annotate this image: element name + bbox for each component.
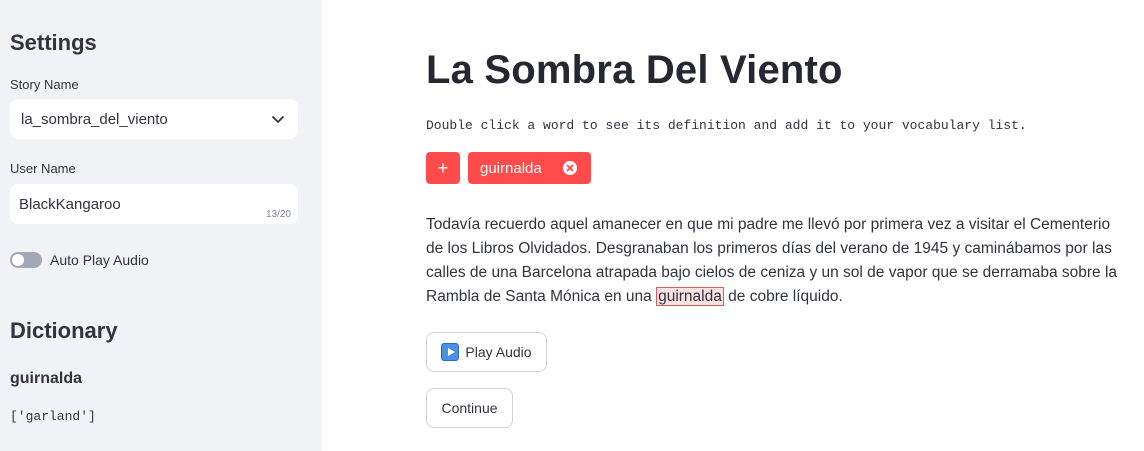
play-audio-button[interactable]: Play Audio bbox=[426, 332, 547, 372]
auto-play-label: Auto Play Audio bbox=[50, 252, 149, 268]
settings-title: Settings bbox=[10, 30, 97, 55]
user-name-label: User Name bbox=[10, 161, 76, 176]
instruction-text: Double click a word to see its definitio… bbox=[426, 118, 1027, 133]
toggle-knob bbox=[12, 254, 24, 266]
page-title: La Sombra Del Viento bbox=[426, 48, 843, 92]
user-name-field-wrap: 13/20 bbox=[10, 184, 298, 224]
sidebar: Settings Story Name la_sombra_del_viento… bbox=[0, 0, 322, 451]
auto-play-toggle-row[interactable]: Auto Play Audio bbox=[10, 250, 149, 270]
continue-button[interactable]: Continue bbox=[426, 388, 513, 428]
dictionary-title: Dictionary bbox=[10, 318, 118, 343]
story-name-label: Story Name bbox=[10, 77, 79, 92]
story-paragraph[interactable]: Todavía recuerdo aquel amanecer en que m… bbox=[426, 213, 1126, 309]
close-icon[interactable] bbox=[563, 161, 577, 175]
main-content: La Sombra Del Viento Double click a word… bbox=[322, 0, 1144, 451]
story-name-select[interactable]: la_sombra_del_viento bbox=[10, 99, 298, 139]
char-counter: 13/20 bbox=[265, 209, 291, 220]
dictionary-definition: ['garland'] bbox=[10, 409, 96, 424]
highlighted-word[interactable]: guirnalda bbox=[656, 287, 724, 306]
vocab-chip-label: guirnalda bbox=[480, 159, 542, 177]
auto-play-toggle[interactable] bbox=[10, 252, 42, 268]
play-audio-label: Play Audio bbox=[465, 344, 532, 360]
add-word-button[interactable]: + bbox=[426, 152, 460, 184]
story-name-value: la_sombra_del_viento bbox=[21, 111, 168, 128]
chevron-down-icon bbox=[272, 116, 284, 123]
vocab-chip: guirnalda bbox=[468, 152, 591, 184]
play-icon bbox=[441, 343, 460, 361]
dictionary-word: guirnalda bbox=[10, 370, 83, 387]
user-name-field[interactable] bbox=[10, 184, 298, 224]
story-text-after: de cobre líquido. bbox=[723, 288, 843, 305]
